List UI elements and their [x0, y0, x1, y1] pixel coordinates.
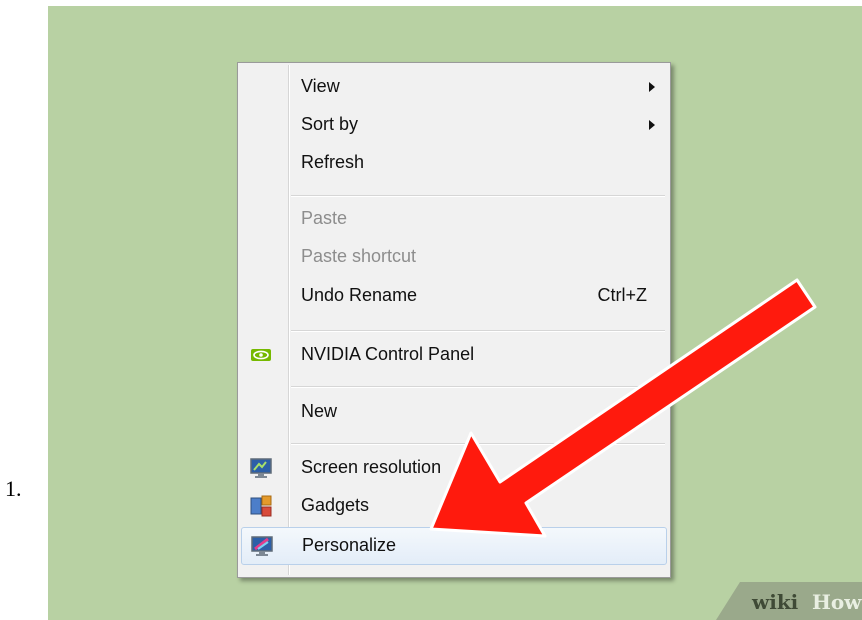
watermark-how-text: How	[812, 590, 862, 614]
red-arrow-pointer-icon	[429, 278, 817, 538]
wikihow-watermark: wiki How	[716, 582, 862, 620]
watermark-wiki-text: wiki	[752, 590, 799, 614]
step-number: 1.	[5, 476, 22, 501]
desktop-background[interactable]: View Sort by Refresh Paste Paste shortcu…	[48, 6, 862, 620]
